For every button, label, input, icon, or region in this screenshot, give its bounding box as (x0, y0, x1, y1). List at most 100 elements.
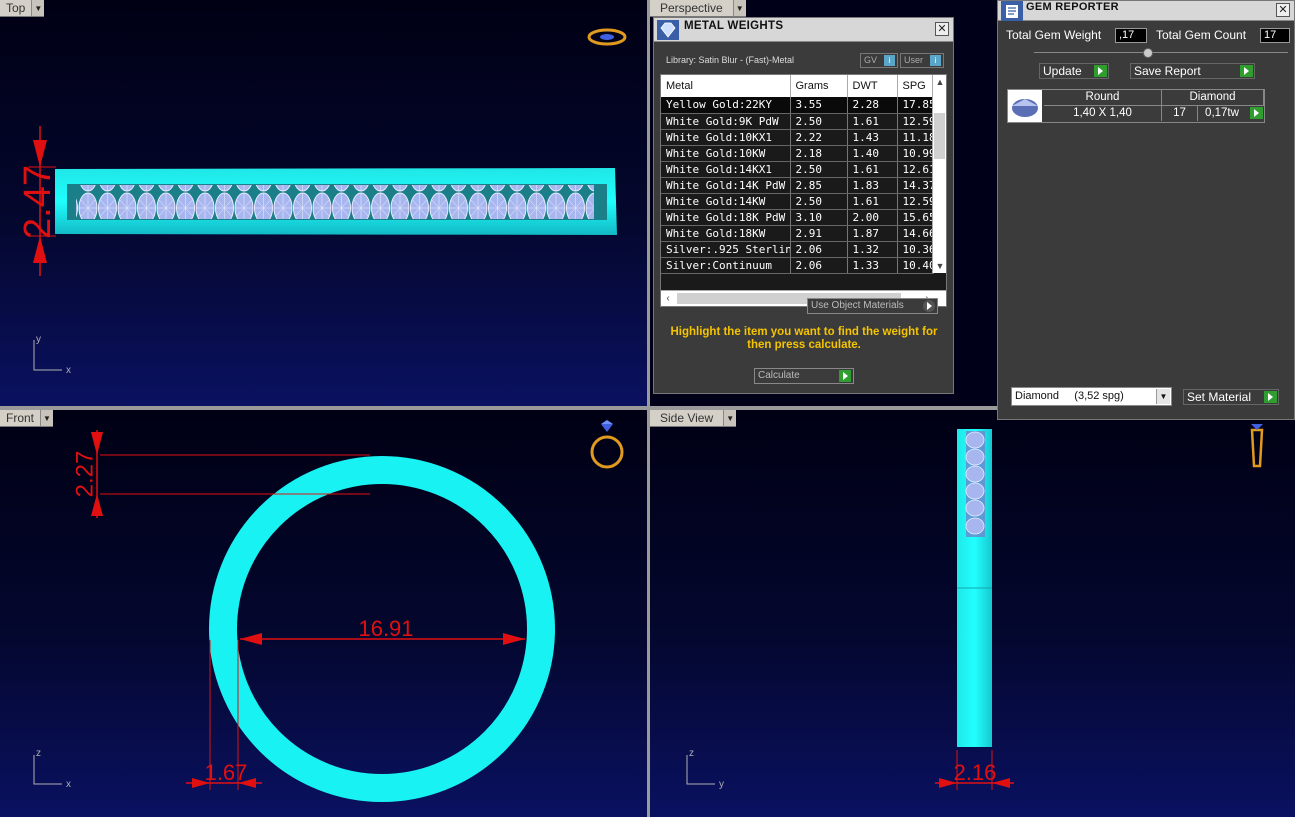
set-material-button[interactable]: Set Material (1183, 389, 1279, 405)
table-row[interactable]: White Gold:18K PdW 3.10 2.00 15.65 (661, 209, 934, 226)
gem-reporter-titlebar[interactable]: GEM REPORTER ✕ (998, 1, 1294, 21)
column-header[interactable]: DWT (847, 75, 898, 97)
info-icon: i (930, 55, 941, 66)
material-select[interactable]: Diamond (3,52 spg) ▼ (1011, 387, 1172, 406)
gem-weight: 0,17tw (1205, 107, 1239, 119)
scroll-down-icon: ▼ (935, 261, 945, 271)
table-row[interactable]: White Gold:14K PdW 2.85 1.83 14.37 (661, 177, 934, 194)
play-icon (1240, 65, 1253, 77)
report-logo-icon (1001, 1, 1023, 21)
play-icon (839, 370, 851, 382)
calculate-button[interactable]: Calculate (754, 368, 854, 384)
gem-material: Diamond (1162, 90, 1264, 106)
panel-title: GEM REPORTER (1026, 1, 1119, 13)
svg-text:x: x (66, 365, 71, 376)
scroll-up-icon: ▲ (935, 77, 945, 87)
table-row[interactable]: White Gold:10KW 2.18 1.40 10.99 (661, 145, 934, 162)
table-row[interactable]: Silver:Continuum 2.06 1.33 10.40 (661, 257, 934, 274)
column-header[interactable]: SPG (897, 75, 934, 97)
svg-text:x: x (66, 779, 71, 790)
save-report-button[interactable]: Save Report (1130, 63, 1255, 79)
library-label: Library: Satin Blur - (Fast)-Metal (666, 55, 795, 65)
side-viewport[interactable]: Side View ▼ 2.16 z y (650, 410, 1295, 817)
metal-weights-titlebar[interactable]: METAL WEIGHTS ✕ (654, 18, 953, 42)
svg-text:y: y (719, 779, 724, 790)
total-weight-label: Total Gem Weight (1006, 28, 1102, 42)
round-gem-icon (1008, 90, 1042, 122)
side-view-drawing: 2.16 z y (686, 424, 1264, 790)
gem-row (76, 185, 594, 219)
viewport-label: Side View (650, 410, 725, 427)
gem-reporter-panel: GEM REPORTER ✕ Total Gem Weight ,17 Tota… (997, 0, 1295, 420)
panel-title: METAL WEIGHTS (684, 20, 784, 32)
column-header[interactable]: Metal (661, 75, 791, 97)
table-row[interactable]: White Gold:14KW 2.50 1.61 12.59 (661, 193, 934, 210)
ring-side-icon (1250, 424, 1264, 468)
close-icon[interactable]: ✕ (935, 22, 949, 36)
play-icon (1094, 65, 1107, 77)
splitter-handle[interactable] (1143, 48, 1153, 58)
app-window: Top ▼ 2.47 y x Perspective ▼ Front ▼ 2.2… (0, 0, 1295, 817)
dropdown-arrow-icon[interactable]: ▼ (41, 410, 54, 427)
table-row[interactable]: White Gold:18KW 2.91 1.87 14.66 (661, 225, 934, 242)
top-view-drawing: 2.47 y x (17, 28, 627, 376)
gem-count: 17 (1162, 106, 1198, 121)
viewport-label: Perspective (650, 0, 734, 17)
table-header: Metal Grams DWT SPG (661, 75, 934, 97)
top-viewport[interactable]: Top ▼ 2.47 y x (0, 0, 647, 406)
front-viewport-tab[interactable]: Front ▼ (0, 410, 54, 427)
radio-icon (923, 300, 935, 312)
total-count-label: Total Gem Count (1156, 28, 1247, 42)
diameter-dimension: 16.91 (358, 616, 413, 641)
scroll-thumb (934, 113, 945, 159)
dropdown-arrow-icon[interactable]: ▼ (32, 0, 45, 17)
play-icon (1250, 107, 1263, 119)
close-icon[interactable]: ✕ (1276, 3, 1290, 17)
dropdown-arrow-icon[interactable]: ▼ (733, 0, 746, 17)
front-viewport[interactable]: Front ▼ 2.27 16.91 1.67 z x (0, 410, 647, 817)
viewport-label: Top (0, 0, 33, 17)
axis-indicator: z x (33, 748, 71, 790)
thickness-dimension: 1.67 (205, 760, 248, 785)
side-viewport-tab[interactable]: Side View ▼ (650, 410, 737, 427)
metal-weights-panel: METAL WEIGHTS ✕ Library: Satin Blur - (F… (653, 17, 954, 394)
ring-front-icon (590, 420, 624, 469)
svg-text:y: y (36, 334, 41, 345)
gem-shape: Round (1044, 90, 1162, 106)
gem-detail-button[interactable] (1248, 106, 1264, 121)
svg-text:z: z (36, 748, 41, 759)
user-toggle[interactable]: User i (900, 53, 944, 68)
table-row[interactable]: Yellow Gold:22KY 3.55 2.28 17.85 (661, 97, 934, 114)
update-button[interactable]: Update (1039, 63, 1109, 79)
use-object-materials-toggle[interactable]: Use Object Materials (807, 298, 938, 314)
total-count-value: 17 (1260, 28, 1290, 43)
metal-table: Metal Grams DWT SPG Yellow Gold:22KY 3.55… (660, 74, 947, 307)
total-weight-value: ,17 (1115, 28, 1147, 43)
gem-list-item[interactable]: Round Diamond 1,40 X 1,40 17 0,17tw (1007, 89, 1265, 123)
axis-indicator: y x (33, 334, 71, 376)
column-header[interactable]: Grams (790, 75, 848, 97)
play-icon (1264, 391, 1277, 403)
table-row[interactable]: Silver:.925 Sterling 2.06 1.32 10.36 (661, 241, 934, 258)
axis-indicator: z y (686, 748, 724, 790)
vertical-scrollbar[interactable]: ▲ ▼ (932, 75, 946, 273)
dimension-label: 2.47 (17, 165, 59, 239)
top-viewport-tab[interactable]: Top ▼ (0, 0, 45, 17)
table-row[interactable]: White Gold:14KX1 2.50 1.61 12.61 (661, 161, 934, 178)
table-row[interactable]: White Gold:9K PdW 2.50 1.61 12.59 (661, 113, 934, 130)
gv-toggle[interactable]: GV i (860, 53, 898, 68)
svg-text:z: z (689, 748, 694, 759)
perspective-viewport-tab[interactable]: Perspective ▼ (650, 0, 746, 17)
viewport-label: Front (0, 410, 42, 427)
diamond-logo-icon (657, 20, 679, 40)
gem-size: 1,40 X 1,40 (1044, 106, 1162, 121)
ring-top-icon (587, 28, 627, 46)
scroll-left-icon: ‹ (666, 293, 670, 304)
table-row[interactable]: White Gold:10KX1 2.22 1.43 11.18 (661, 129, 934, 146)
wall-dimension: 2.27 (71, 451, 98, 498)
dropdown-arrow-icon[interactable]: ▼ (724, 410, 737, 427)
width-dimension: 2.16 (954, 760, 997, 785)
instruction-text: Highlight the item you want to find the … (670, 326, 938, 351)
splitter[interactable] (1034, 52, 1288, 53)
info-icon: i (884, 55, 895, 66)
